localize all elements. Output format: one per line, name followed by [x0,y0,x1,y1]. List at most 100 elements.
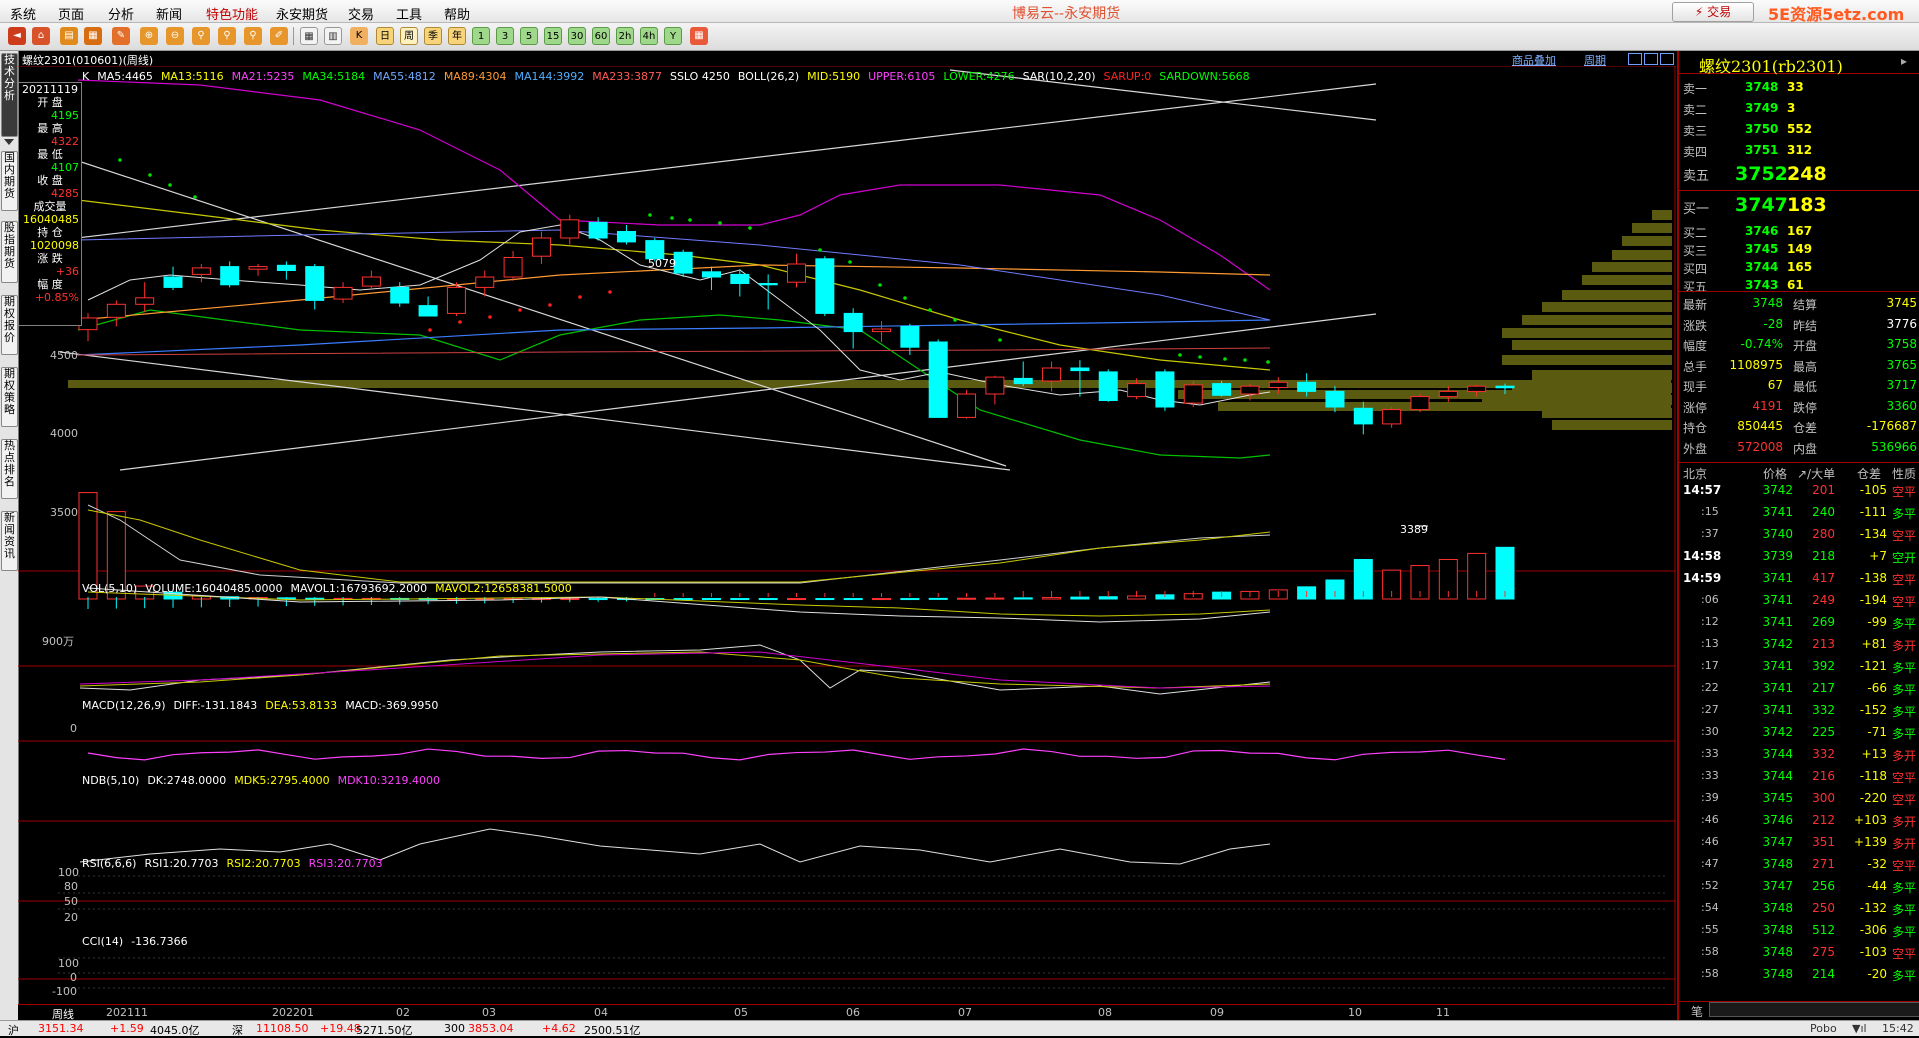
volume-bar [1070,596,1090,600]
tick-nature: 多开 [1892,639,1917,653]
menu-analysis[interactable]: 分析 [108,4,134,23]
home-icon[interactable]: ⌂ [32,27,50,45]
volume-profile-bar [1652,210,1672,220]
volume-profile-bar [1218,402,1671,411]
tick-price: 3746 [1762,813,1793,827]
close-panel-icon[interactable] [1660,53,1674,65]
menu-yongan[interactable]: 永安期货 [276,4,328,23]
candle-body [758,283,778,286]
pen-icon[interactable]: ✎ [112,27,130,45]
tab-technical-analysis[interactable]: 技术分析 [1,53,18,137]
sar-dot [488,315,492,319]
panel-scrollbar[interactable] [1709,1002,1919,1017]
zoom-in-icon[interactable]: ⊕ [140,27,158,45]
lens-icon[interactable]: ⚲ [244,27,262,45]
bid-row[interactable]: 买二 3746 167 [1679,222,1919,242]
sar-dot [608,290,612,294]
back-icon[interactable]: ◄ [8,27,26,45]
info-date: 20211119 [22,83,78,96]
collapse-arrow-icon[interactable] [4,139,14,145]
period-15min[interactable]: 15 [544,27,562,45]
candle-body [531,237,551,257]
legend-item: RSI(6,6,6) [82,857,137,870]
info-label: 持 仓 [37,226,63,239]
restore-icon[interactable] [1628,53,1642,65]
stat-value: 3748 [1752,296,1783,310]
menu-system[interactable]: 系统 [10,4,36,23]
menu-help[interactable]: 帮助 [444,4,470,23]
period-custom[interactable]: Y [664,27,682,45]
divider [1679,291,1919,292]
tick-mode-label[interactable]: 笔 [1691,1003,1703,1020]
maximize-icon[interactable] [1644,53,1658,65]
period-60min[interactable]: 60 [592,27,610,45]
find-icon[interactable]: ⚲ [218,27,236,45]
period-1min[interactable]: 1 [472,27,490,45]
tab-news[interactable]: 新闻资讯 [1,511,18,571]
tick-row: :55 3748 512 -306 多平 [1679,923,1919,941]
tick-time: :22 [1701,681,1719,694]
menu-trade[interactable]: 交易 [348,4,374,23]
bid-row[interactable]: 买一 3747 183 [1679,194,1919,217]
volume-bar [815,598,835,601]
panel-collapse-icon[interactable]: ▸ [1901,54,1907,68]
calendar-icon[interactable]: ▦ [690,27,708,45]
candle-body [333,286,353,300]
menu-special[interactable]: 特色功能 [206,4,258,23]
tick-price: 3744 [1762,747,1793,761]
trade-button[interactable]: ⚡ 交易 [1672,2,1754,22]
menu-tools[interactable]: 工具 [396,4,422,23]
period-2h[interactable]: 2h [616,27,634,45]
news-icon[interactable]: K [350,27,368,45]
zoom-out-icon[interactable]: ⊖ [166,27,184,45]
tick-price: 3744 [1762,769,1793,783]
ask-row[interactable]: 卖二 3749 3 [1679,98,1919,118]
menu-page[interactable]: 页面 [58,4,84,23]
legend-item: MA233:3877 [592,70,662,83]
tab-options-strategy[interactable]: 期权策略 [1,367,18,427]
grid-icon[interactable]: ▥ [324,27,342,45]
ask-label: 卖一 [1683,82,1708,96]
tab-hot-ranking[interactable]: 热点排名 [1,439,18,499]
period-week[interactable]: 周 [400,27,418,45]
bid-row[interactable]: 买四 3744 165 [1679,258,1919,278]
brush-icon[interactable]: ✐ [270,27,288,45]
period-3min[interactable]: 3 [496,27,514,45]
legend-item: BOLL(26,2) [737,70,800,83]
volume-profile-bar [1612,250,1672,260]
period-year[interactable]: 年 [448,27,466,45]
menu-news[interactable]: 新闻 [156,4,182,23]
tick-row: :15 3741 240 -111 多平 [1679,505,1919,523]
period-day[interactable]: 日 [376,27,394,45]
search-icon[interactable]: ⚲ [192,27,210,45]
tick-oi-change: -121 [1859,659,1887,673]
bid-label: 买一 [1683,202,1710,217]
ask-row[interactable]: 卖三 3750 552 [1679,119,1919,139]
period-quarter[interactable]: 季 [424,27,442,45]
rsi-axis-label: 80 [64,880,78,893]
tick-nature: 多平 [1892,661,1917,675]
bid-row[interactable]: 买五 3743 61 [1679,276,1919,296]
ask-row[interactable]: 卖四 3751 312 [1679,140,1919,160]
period-5min[interactable]: 5 [520,27,538,45]
tick-volume: 512 [1812,923,1835,937]
volume-bar [872,598,892,601]
period-30min[interactable]: 30 [568,27,586,45]
book-icon[interactable]: ▦ [84,27,102,45]
ask-row[interactable]: 卖五 3752 248 [1679,163,1919,185]
bid-row[interactable]: 买三 3745 149 [1679,240,1919,260]
sar-dot [928,308,932,312]
tab-options-quote[interactable]: 期权报价 [1,295,18,355]
layout-icon[interactable]: ▤ [60,27,78,45]
ask-row[interactable]: 卖一 3748 33 [1679,77,1919,97]
table-icon[interactable]: ▦ [300,27,318,45]
macd-dea-line [87,591,1271,617]
rsi-axis-label: 20 [64,911,78,924]
period-4h[interactable]: 4h [640,27,658,45]
tick-price: 3748 [1762,857,1793,871]
volume-bar [900,598,920,601]
tick-volume: 417 [1812,571,1835,585]
tick-nature: 多开 [1892,837,1917,851]
tab-domestic-futures[interactable]: 国内期货 [1,151,18,211]
tab-index-futures[interactable]: 股指期货 [1,221,18,283]
